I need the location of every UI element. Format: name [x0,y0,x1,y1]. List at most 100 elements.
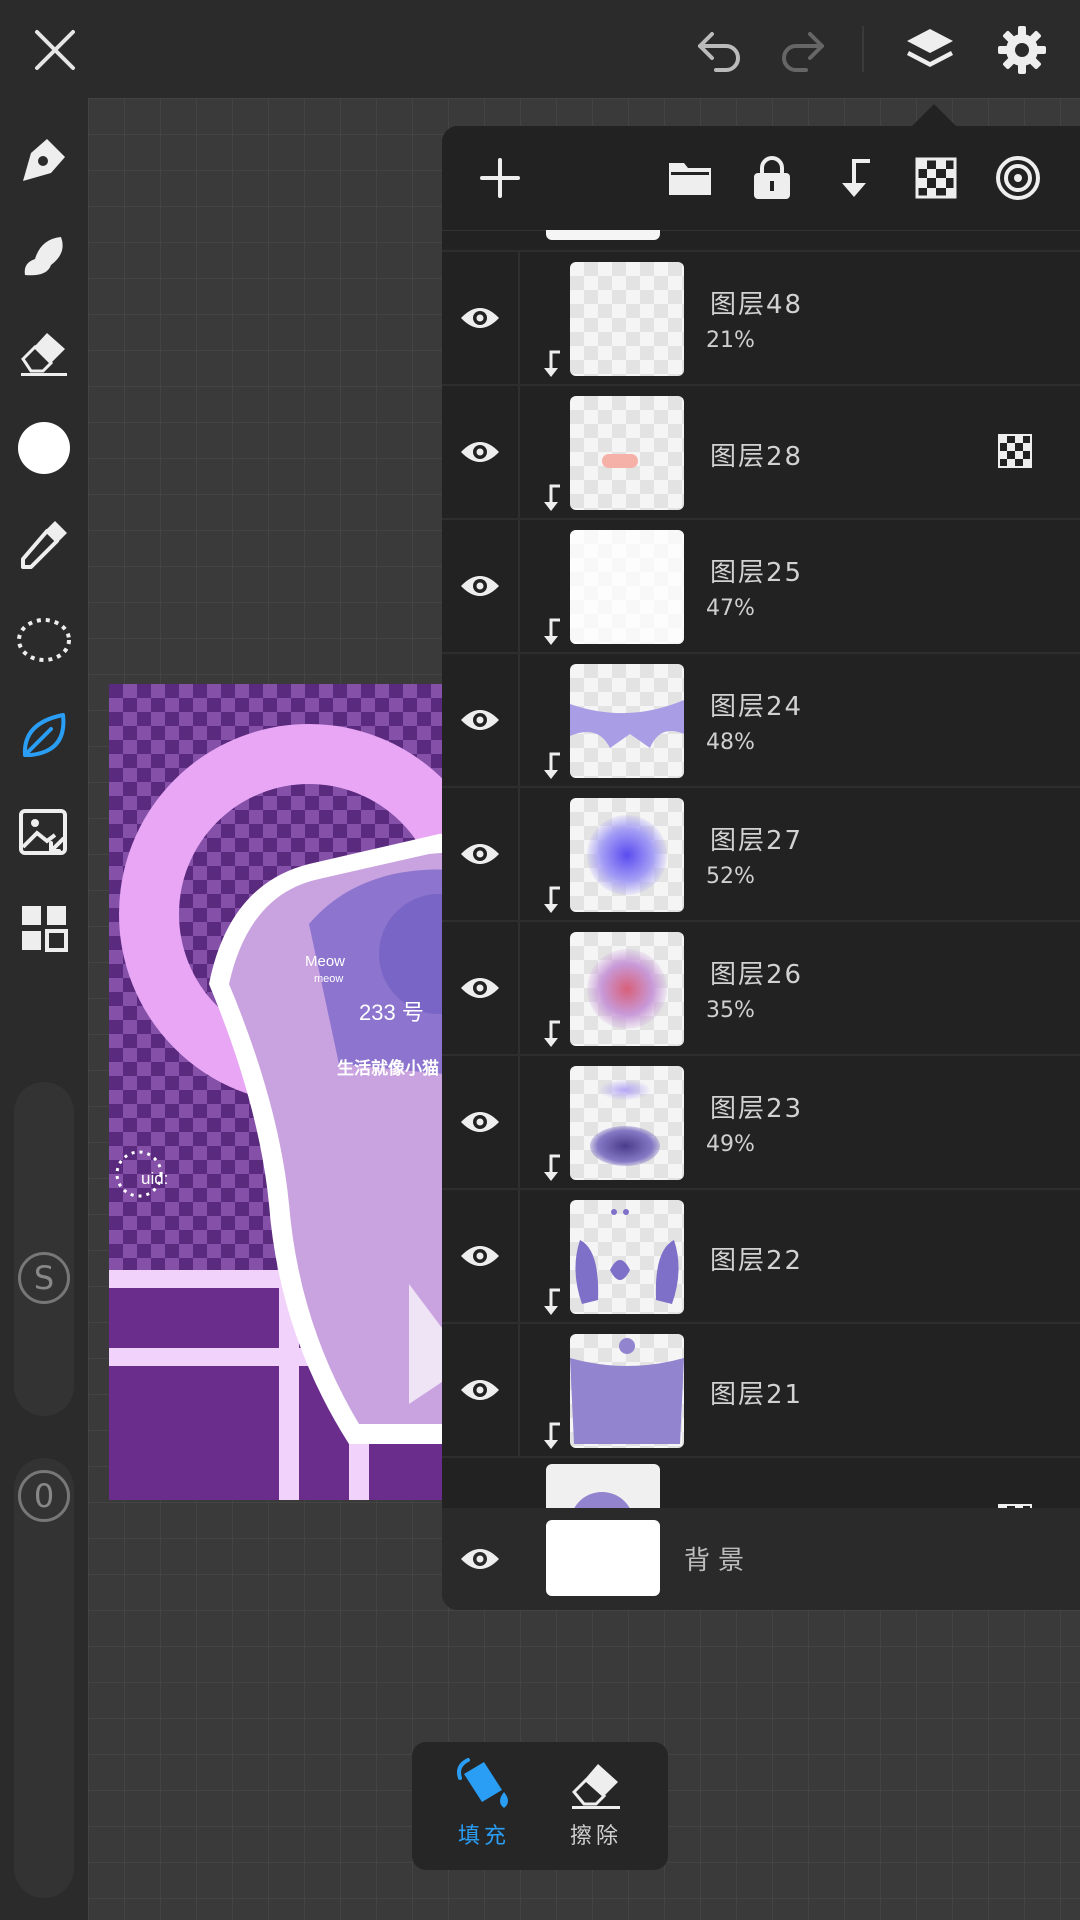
current-color [18,422,70,474]
left-toolbar: S 0 [0,98,88,1920]
layer-row[interactable]: 图层48 21% [442,252,1080,386]
artwork-text-slogan: 生活就像小猫 [337,1058,439,1078]
layer-thumbnail [570,1334,684,1448]
brush-size-slider[interactable]: S [14,1082,74,1416]
layer-name: 图层25 [710,558,804,588]
visibility-toggle[interactable] [442,520,520,652]
folder-button[interactable] [662,150,718,206]
visibility-toggle[interactable] [442,1056,520,1188]
layer-name: 图层26 [710,960,804,990]
paint-bucket-icon [457,1758,508,1808]
visibility-toggle[interactable] [442,1324,520,1456]
alpha-lock-button[interactable] [908,150,964,206]
clip-arrow-icon [842,159,870,197]
clip-indicator-icon [544,886,560,913]
lock-icon [754,156,790,199]
lock-button[interactable] [744,150,800,206]
erase-fill-button[interactable]: 擦除 [546,1756,646,1856]
clip-indicator-icon [544,484,560,511]
eraser-icon [571,1764,620,1809]
pen-icon [23,139,65,181]
layers-panel-header [442,126,1080,231]
grid-menu-tool[interactable] [10,894,78,962]
close-button[interactable] [24,22,86,78]
blend-mode-button[interactable] [990,150,1046,206]
eyedropper-icon [21,521,67,569]
clip-indicator-icon [544,1020,560,1047]
layer-row[interactable]: 图层25 47% [442,520,1080,654]
undo-button[interactable] [690,22,750,78]
artwork-text-number: 233 号 [359,1000,424,1025]
erase-label: 擦除 [569,1824,622,1849]
clip-mask-button[interactable] [826,150,882,206]
layer-opacity: 49% [706,1132,755,1157]
settings-button[interactable] [990,18,1054,82]
lasso-tool[interactable] [10,606,78,674]
layer-name: 图层21 [710,1380,804,1410]
layer-row[interactable]: 图层21 [442,1324,1080,1458]
partial-layer-thumb [546,230,660,240]
clip-indicator-icon [544,618,560,645]
eye-icon [461,1112,499,1132]
opacity-slider[interactable]: 0 [14,1458,74,1898]
layer-name: 图层22 [710,1246,804,1276]
redo-button[interactable] [772,22,832,78]
brush-size-knob[interactable]: S [18,1252,70,1304]
layer-row[interactable]: 图层22 [442,1190,1080,1324]
add-layer-button[interactable] [472,150,528,206]
layer-name: 图层24 [710,692,804,722]
visibility-toggle[interactable] [442,788,520,920]
layer-row[interactable]: 图层27 52% [442,788,1080,922]
eyedropper-tool[interactable] [10,510,78,578]
gear-icon [998,26,1046,74]
layer-thumbnail [570,396,684,510]
artwork-text-uid: uid: [141,1169,168,1188]
layer-opacity: 47% [706,596,755,621]
close-icon [35,30,75,70]
visibility-toggle[interactable] [442,654,520,786]
layer-list[interactable]: 图层48 21% 图层28 图层25 47% 图层24 48% 图层27 52%… [442,230,1080,1610]
layer-opacity: 48% [706,730,755,755]
layer-opacity: 52% [706,864,755,889]
background-layer-row[interactable]: 背景 [442,1508,1080,1610]
fill-mode-bar: 填充 擦除 [412,1742,668,1870]
layers-icon [907,29,953,67]
layer-row[interactable]: 图层23 49% [442,1056,1080,1190]
opacity-knob[interactable]: 0 [18,1470,70,1522]
folder-icon [669,163,711,195]
layer-name: 图层27 [710,826,804,856]
layer-row[interactable]: 图层28 [442,386,1080,520]
layer-thumbnail [570,1066,684,1180]
layer-row[interactable]: 图层26 35% [442,922,1080,1056]
redo-icon [782,32,824,72]
visibility-toggle[interactable] [442,922,520,1054]
fill-button[interactable]: 填充 [434,1756,534,1856]
visibility-toggle[interactable] [442,1190,520,1322]
background-thumbnail [546,1520,660,1596]
layer-thumbnail [570,664,684,778]
brush-size-label: S [33,1259,55,1297]
background-layer-name: 背景 [684,1546,753,1576]
color-picker-swatch[interactable] [10,414,78,482]
fill-label: 填充 [457,1824,510,1849]
eraser-tool[interactable] [10,318,78,386]
eye-icon [461,308,499,328]
grid-icon [22,906,68,952]
visibility-toggle[interactable] [442,252,520,384]
top-bar [0,0,1080,98]
checker-icon [915,157,957,199]
layer-row[interactable]: 图层24 48% [442,654,1080,788]
image-import-tool[interactable] [10,798,78,866]
pen-tool[interactable] [10,126,78,194]
layer-name: 图层23 [710,1094,804,1124]
layers-button[interactable] [898,18,962,82]
clip-indicator-icon [544,1154,560,1181]
layer-thumbnail [570,798,684,912]
clip-indicator-icon [544,350,560,377]
visibility-toggle[interactable] [442,386,520,518]
layer-opacity: 21% [706,328,755,353]
fill-tool-selected[interactable] [10,702,78,770]
visibility-toggle[interactable] [442,1508,518,1610]
clip-indicator-icon [544,1288,560,1315]
brush-tool[interactable] [10,222,78,290]
